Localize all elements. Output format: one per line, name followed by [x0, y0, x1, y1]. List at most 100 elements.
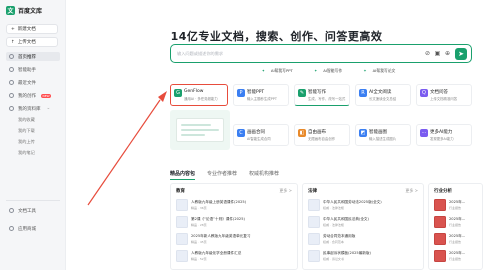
sidebar-item-label: 文档工具 — [18, 208, 36, 214]
genflow-icon: G — [174, 89, 182, 97]
page-title: 14亿专业文档，搜索、创作、问答更高效 — [170, 30, 383, 43]
tab-institutions[interactable]: 权威机构推荐 — [249, 170, 279, 180]
sidebar-divider — [6, 200, 60, 201]
quick-link-thesis[interactable]: ✦ AI帮我写论文 — [358, 68, 400, 73]
tool-icon — [9, 208, 14, 213]
genflow-preview-card[interactable] — [170, 110, 230, 150]
doc-thumbnail — [434, 216, 446, 228]
item-title: 2025年... — [449, 217, 466, 221]
feature-card-qa[interactable]: Q 文档问答 上传文档精准问答 — [416, 84, 472, 106]
attach-icon[interactable]: ⊕ — [444, 50, 451, 57]
card-subtitle: 生成、写作、改写一站式 — [308, 97, 346, 101]
draw-icon: ◩ — [359, 129, 367, 137]
card-subtitle: 输入描述生成图片 — [369, 137, 397, 141]
sidebar-subitem-uploads[interactable]: 我的上传 — [18, 139, 35, 145]
preview-image — [176, 118, 224, 142]
sidebar-subitem-downloads[interactable]: 我的下载 — [18, 128, 35, 134]
doc-thumbnail — [308, 216, 320, 228]
sidebar-subitem-notes[interactable]: 我的笔记 — [18, 150, 35, 156]
doc-thumbnail — [308, 250, 320, 262]
list-item[interactable]: 劳动合同范本通用版 权威 · 合同范本 — [308, 232, 418, 246]
quick-links: ✦ AI帮我写PPT ✦ AI智能写作 ✦ AI帮我写论文 — [0, 68, 487, 74]
sidebar-item-library[interactable]: 我的资料库 ⌄ — [6, 104, 60, 113]
list-item[interactable]: 中华人民共和国劳动法2025版(全文) 权威 · 法律法规 — [308, 198, 418, 212]
sparkle-icon: ✦ — [363, 68, 367, 73]
sidebar-item-creation[interactable]: 我的创作 NEW — [6, 91, 60, 100]
doc-thumbnail — [176, 199, 188, 211]
item-meta: 精品 · 28页 — [191, 223, 207, 227]
sidebar-item-store[interactable]: 应用商城 — [6, 224, 60, 233]
read-icon: R — [359, 89, 367, 97]
sidebar-item-tools[interactable]: 文档工具 — [6, 206, 60, 215]
list-item[interactable]: 人教版九年级化学全册课件汇总 精品 · 52页 — [176, 249, 292, 263]
more-icon: ⋯ — [420, 129, 428, 137]
list-item[interactable]: 第2课《“论语”十则》课件(2025) 精品 · 28页 — [176, 215, 292, 229]
folder-icon — [9, 106, 14, 111]
doc-thumbnail — [434, 233, 446, 245]
card-title: 智能写作 — [308, 90, 326, 95]
logo[interactable]: 文 百度文库 — [6, 6, 42, 15]
card-title: 智能画图 — [369, 130, 387, 135]
send-button[interactable]: ➤ — [455, 48, 467, 60]
ppt-icon: P — [237, 89, 245, 97]
item-title: 劳动合同范本通用版 — [323, 234, 356, 238]
column-industry: 行业分析 2025年... 行业报告 2025年... 行业报告 2025年..… — [428, 183, 483, 270]
item-title: 第2课《“论语”十则》课件(2025) — [191, 217, 245, 221]
item-title: 中华人民共和国民法典(全文) — [323, 217, 369, 221]
feature-card-genflow[interactable]: G GenFlow 通用AI · 多任务超能力 — [170, 84, 228, 106]
list-item[interactable]: 民事起诉状模板(2025最新版) 权威 · 诉讼文书 — [308, 249, 418, 263]
quick-link-label: AI帮我写论文 — [372, 68, 396, 73]
contract-icon: C — [237, 129, 245, 137]
list-item[interactable]: 人教版九年级上册英语课件(2025) 精品 · 36页 — [176, 198, 292, 212]
card-title: 智能PPT — [247, 90, 265, 95]
quick-link-label: AI智能写作 — [323, 68, 343, 73]
feature-card-read[interactable]: R AI全文阅读 长文速读全文总结 — [355, 84, 411, 106]
doc-thumbnail — [176, 233, 188, 245]
item-meta: 行业报告 — [449, 206, 462, 210]
sidebar-item-label: 我的资料库 — [18, 106, 41, 112]
tab-authors[interactable]: 专业作者推荐 — [207, 170, 237, 180]
list-item[interactable]: 2025年... 行业报告 — [434, 232, 477, 246]
image-icon[interactable]: ▣ — [434, 50, 441, 57]
list-item[interactable]: 2025年... 行业报告 — [434, 198, 477, 212]
quick-link-ppt[interactable]: ✦ AI帮我写PPT — [257, 68, 298, 73]
write-icon: ✎ — [298, 89, 306, 97]
qa-icon: Q — [420, 89, 428, 97]
item-meta: 行业报告 — [449, 240, 462, 244]
feature-card-write[interactable]: ✎ 智能写作 生成、写作、改写一站式 — [294, 84, 350, 106]
doc-thumbnail — [308, 233, 320, 245]
list-item[interactable]: 中华人民共和国民法典(全文) 权威 · 法律法规 — [308, 215, 418, 229]
sidebar-item-home[interactable]: 首页推荐 — [6, 52, 60, 61]
sidebar-subitem-favorites[interactable]: 我的收藏 — [18, 117, 35, 123]
column-education: 教育 更多 > 人教版九年级上册英语课件(2025) 精品 · 36页 第2课《… — [170, 183, 298, 270]
more-link[interactable]: 更多 > — [405, 188, 418, 194]
more-link[interactable]: 更多 > — [279, 188, 292, 194]
feature-card-more[interactable]: ⋯ 更多AI能力 发现更多AI能力 — [416, 124, 472, 146]
search-input[interactable]: 输入问题或描述你的需求 — [177, 51, 223, 57]
card-title: 更多AI能力 — [430, 130, 453, 135]
sparkle-icon: ✦ — [314, 68, 318, 73]
tab-premium[interactable]: 精品内容包 — [170, 170, 196, 180]
list-item[interactable]: 2025年... 行业报告 — [434, 215, 477, 229]
feature-card-contract[interactable]: C 画画合同 AI智能生成合同 — [233, 124, 289, 146]
content-tabs: 精品内容包 专业作者推荐 权威机构推荐 — [170, 170, 279, 180]
logo-mark-icon: 文 — [6, 6, 15, 15]
item-title: 人教版九年级化学全册课件汇总 — [191, 251, 242, 255]
sidebar-item-recent[interactable]: 最近文件 — [6, 78, 60, 87]
item-meta: 精品 · 36页 — [191, 206, 207, 210]
card-subtitle: 上传文档精准问答 — [430, 97, 458, 101]
feature-card-canvas[interactable]: ◧ 自由画布 无限画布自由创作 — [294, 124, 350, 146]
card-subtitle: 通用AI · 多任务超能力 — [184, 97, 218, 101]
quick-link-write[interactable]: ✦ AI智能写作 — [309, 68, 347, 73]
list-item[interactable]: 2025年... 行业报告 — [434, 249, 477, 263]
link-icon[interactable]: ⊘ — [424, 50, 431, 57]
clock-icon — [9, 80, 14, 85]
column-title: 法律 — [308, 189, 317, 194]
feature-card-draw[interactable]: ◩ 智能画图 输入描述生成图片 — [355, 124, 411, 146]
item-title: 2025年新人教版九年级英语单元复习 — [191, 234, 251, 238]
feature-card-ppt[interactable]: P 智能PPT 输入主题秒生成PPT — [233, 84, 289, 106]
doc-thumbnail — [308, 199, 320, 211]
column-law: 法律 更多 > 中华人民共和国劳动法2025版(全文) 权威 · 法律法规 中华… — [302, 183, 424, 270]
search-box[interactable]: 输入问题或描述你的需求 ⊘ ▣ ⊕ ➤ — [170, 44, 472, 63]
list-item[interactable]: 2025年新人教版九年级英语单元复习 精品 · 45页 — [176, 232, 292, 246]
